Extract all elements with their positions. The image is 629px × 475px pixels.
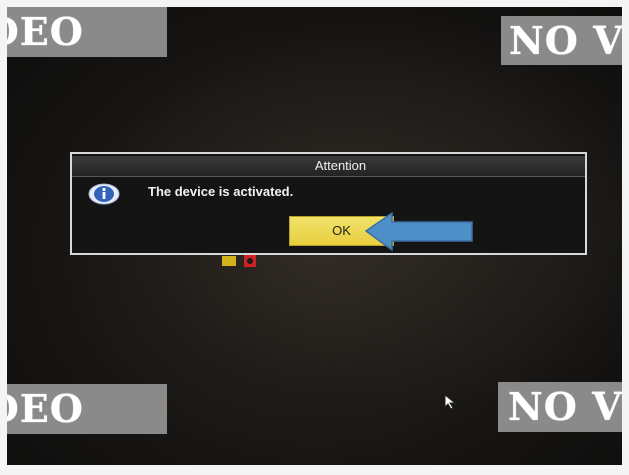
no-video-tile-top-right: NO V [501, 16, 622, 65]
dialog-title-bar: Attention [72, 156, 585, 177]
no-video-tile-top-left: IDEO [7, 7, 167, 57]
dialog-message: The device is activated. [148, 184, 294, 199]
blue-arrow-icon [364, 211, 473, 252]
info-icon [88, 183, 120, 205]
no-video-tile-bottom-left: IDEO [7, 384, 167, 434]
attention-dialog: Attention The device is activated. OK [70, 152, 587, 255]
toolbar-glyphs-icon [222, 255, 256, 267]
no-video-tile-bottom-right: NO V [498, 382, 622, 432]
mouse-cursor-icon [444, 394, 457, 410]
monitor-photo: IDEO NO V IDEO NO V Attention The device… [0, 0, 629, 475]
dialog-title: Attention [314, 158, 367, 173]
